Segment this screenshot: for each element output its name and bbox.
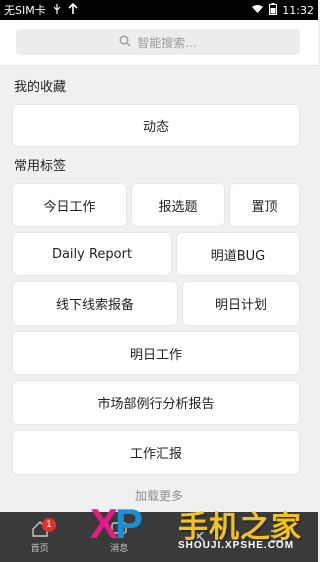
favorites-title: 我的收藏: [14, 80, 67, 95]
status-bar: 无SIM卡 11:32: [0, 0, 318, 20]
search-bar: 智能搜索...: [0, 20, 318, 66]
search-icon: [119, 35, 131, 50]
search-placeholder: 智能搜索...: [137, 35, 197, 50]
tag-daily-report[interactable]: Daily Report: [12, 232, 172, 276]
battery-icon: [269, 2, 278, 18]
tag-offline-lead[interactable]: 线下线索报备: [12, 281, 178, 326]
carrier-text: 无SIM卡: [4, 4, 46, 17]
common-tags-title: 常用标签: [14, 159, 67, 174]
tag-pin-top[interactable]: 置顶: [229, 183, 300, 227]
tag-mingdao-bug[interactable]: 明道BUG: [176, 232, 300, 276]
usb-icon: [52, 3, 62, 17]
tag-work-summary[interactable]: 工作汇报: [12, 430, 300, 475]
favorite-item-dynamic[interactable]: 动态: [12, 104, 300, 147]
watermark-url: SHOUJI.XPSHE.COM: [178, 540, 295, 551]
tab-home-label: 首页: [30, 544, 49, 554]
clock-text: 11:32: [282, 3, 314, 17]
tag-report-topic[interactable]: 报选题: [131, 183, 225, 227]
tag-market-report[interactable]: 市场部例行分析报告: [12, 380, 300, 425]
home-badge: 1: [42, 518, 56, 532]
watermark-xp-logo: XP: [90, 500, 143, 547]
tag-tomorrow-plan[interactable]: 明日计划: [182, 281, 300, 326]
upload-arrow-icon: [68, 2, 78, 17]
watermark-logo: XP 手机之家 SHOUJI.XPSHE.COM: [86, 496, 318, 562]
tag-today-work[interactable]: 今日工作: [12, 183, 127, 227]
tab-home[interactable]: 1 首页: [0, 512, 80, 562]
search-input[interactable]: 智能搜索...: [16, 29, 300, 55]
wifi-icon: [251, 4, 264, 17]
tag-tomorrow-work[interactable]: 明日工作: [12, 331, 300, 375]
